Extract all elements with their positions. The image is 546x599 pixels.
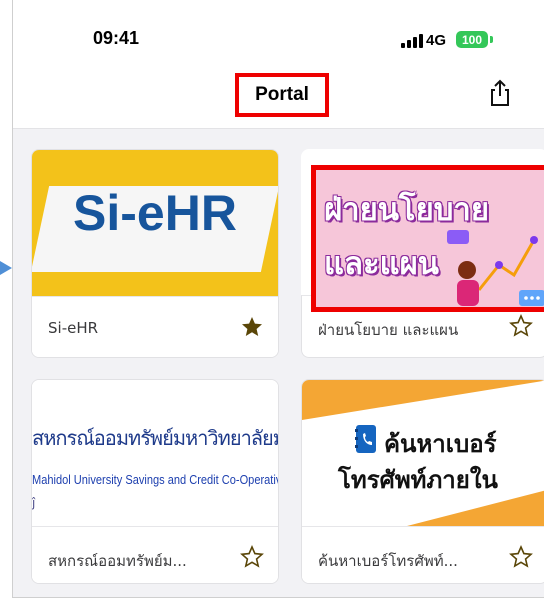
network-type: 4G: [426, 32, 447, 49]
card-label: ฝ่ายนโยบาย และแผน: [318, 321, 459, 339]
card-label: ค้นหาเบอร์โทรศัพท์...: [318, 552, 458, 570]
portal-card-si-ehr[interactable]: Si-eHR Si-eHR: [31, 149, 279, 358]
policy-thumb-title-line2: และแผน: [324, 246, 439, 282]
coop-text-fragment: ĵ: [32, 496, 36, 510]
card-footer: สหกรณ์ออมทรัพย์ม...: [32, 526, 278, 583]
phone-directory-title-line1: ค้นหาเบอร์: [384, 430, 497, 458]
card-footer: Si-eHR: [32, 296, 278, 357]
battery-level: 100: [461, 32, 483, 47]
star-outline-icon: [509, 314, 533, 337]
policy-planning-thumbnail: ฝ่ายนโยบาย และแผน: [311, 165, 544, 312]
star-outline-icon: [240, 545, 264, 568]
si-ehr-bottom-rule: [32, 286, 278, 293]
coop-thai-name: สหกรณ์ออมทรัพย์มหาวิทยาลัยมหิดล จำกัด: [32, 426, 278, 450]
coop-english-name: Mahidol University Savings and Credit Co…: [32, 472, 278, 487]
phone-directory-thumbnail: ค้นหาเบอร์ โทรศัพท์ภายใน: [302, 380, 544, 526]
card-label: Si-eHR: [48, 319, 99, 337]
phone-directory-title-line2: โทรศัพท์ภายใน: [338, 466, 498, 494]
orange-corner-top: [302, 380, 544, 420]
battery-cap: [490, 36, 493, 43]
portal-card-phone-directory[interactable]: ค้นหาเบอร์ โทรศัพท์ภายใน ค้นหาเบอร์โทรศั…: [301, 379, 544, 584]
savings-coop-thumbnail: สหกรณ์ออมทรัพย์มหาวิทยาลัยมหิดล จำกัด Ma…: [32, 380, 278, 526]
portal-grid: Si-eHR Si-eHR ฝ่ายนโยบาย และแผน ฝ่ายนโยบ…: [13, 129, 544, 597]
status-time: 09:41: [93, 28, 140, 48]
star-outline-icon: [509, 545, 533, 568]
share-icon: [491, 79, 509, 106]
portal-card-savings-coop[interactable]: สหกรณ์ออมทรัพย์มหาวิทยาลัยมหิดล จำกัด Ma…: [31, 379, 279, 584]
phonebook-icon: [355, 425, 376, 453]
portal-card-policy-planning[interactable]: ฝ่ายนโยบาย และแผน ฝ่ายนโยบาย และแผน: [301, 149, 544, 358]
status-bar: 09:41 4G 100: [13, 0, 544, 60]
presenter-chart-illustration: [447, 230, 544, 306]
star-filled-icon: [242, 317, 262, 336]
page-title: Portal: [235, 73, 329, 117]
favorite-button[interactable]: [240, 315, 264, 339]
battery-icon: 100: [456, 31, 488, 48]
share-button[interactable]: [485, 78, 515, 108]
si-ehr-thumbnail: Si-eHR: [32, 150, 278, 296]
navigation-bar: Portal: [13, 60, 544, 129]
favorite-button[interactable]: [509, 314, 533, 338]
si-ehr-logo-text: Si-eHR: [73, 185, 237, 241]
card-footer: ค้นหาเบอร์โทรศัพท์...: [302, 526, 544, 583]
favorite-button[interactable]: [240, 545, 264, 569]
left-pointer-arrow: [0, 261, 12, 275]
page-title-text: Portal: [255, 84, 309, 105]
phone-screen: 09:41 4G 100 Portal Si-eHR Si-eHR ฝ่ายนโ…: [12, 0, 544, 598]
signal-icon: [401, 34, 425, 48]
card-label: สหกรณ์ออมทรัพย์ม...: [48, 552, 187, 570]
favorite-button[interactable]: [509, 545, 533, 569]
